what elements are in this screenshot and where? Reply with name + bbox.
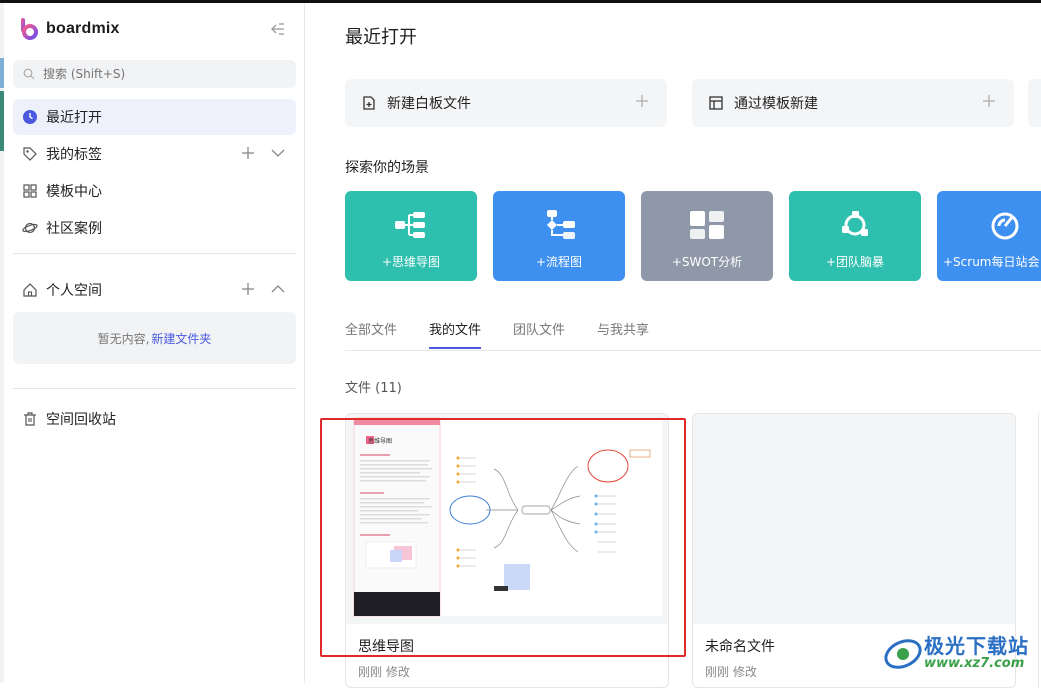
collapse-sidebar-icon[interactable]: [270, 21, 286, 37]
sidebar-item-tags[interactable]: 我的标签: [13, 136, 296, 172]
main-content: 最近打开 新建白板文件 通过模板新建 探索你的场景 +思维导图 +流程图 +SW…: [305, 3, 1041, 688]
scene-label: +SWOT分析: [671, 255, 743, 269]
sidebar-item-label: 模板中心: [46, 184, 102, 200]
scene-label: +团队脑暴: [825, 255, 885, 269]
action-label: 通过模板新建: [734, 96, 818, 112]
action-label: 新建白板文件: [387, 96, 471, 112]
chevron-up-icon[interactable]: [270, 281, 286, 297]
tab-my-files[interactable]: 我的文件: [429, 319, 482, 351]
search-input[interactable]: [43, 67, 263, 81]
template-icon: [709, 96, 723, 110]
clock-icon: [22, 109, 38, 125]
file-name: 未命名文件: [705, 639, 775, 655]
home-icon: [22, 282, 38, 298]
thumbnail-title: 思维导图: [368, 438, 393, 445]
tab-all-files[interactable]: 全部文件: [345, 319, 397, 351]
sidebar-divider: [13, 388, 296, 389]
file-thumbnail: [693, 414, 1015, 624]
sidebar-item-templates[interactable]: 模板中心: [13, 173, 296, 209]
scene-label: +思维导图: [381, 255, 441, 269]
watermark-logo-icon: [884, 639, 922, 669]
new-folder-link[interactable]: 新建文件夹: [151, 330, 211, 347]
personal-space-empty: 暂无内容, 新建文件夹: [13, 312, 296, 364]
sidebar-item-label: 社区案例: [46, 221, 102, 237]
page-title: 最近打开: [345, 27, 417, 48]
flowchart-icon: [547, 210, 575, 239]
file-name: 思维导图: [358, 639, 414, 655]
file-modified: 刚刚 修改: [705, 665, 757, 679]
add-tag-icon[interactable]: [240, 145, 256, 161]
scene-flowchart[interactable]: +流程图: [493, 191, 625, 281]
scene-swot[interactable]: +SWOT分析: [641, 191, 773, 281]
files-count: 文件 (11): [345, 381, 402, 396]
action-card-partial[interactable]: [1028, 79, 1041, 127]
file-tabs: 全部文件 我的文件 团队文件 与我共享: [345, 319, 681, 351]
scene-label: +Scrum每日站会: [943, 255, 1040, 269]
tab-shared-with-me[interactable]: 与我共享: [597, 319, 649, 351]
swot-icon: [690, 211, 724, 239]
sidebar-item-label: 个人空间: [46, 283, 102, 299]
site-watermark: 极光下载站 www.xz7.com: [880, 628, 1040, 680]
sidebar-item-personal-space[interactable]: 个人空间: [13, 272, 296, 308]
sidebar: boardmix 最近打开 我的标签 模板中心: [4, 3, 305, 683]
new-from-template-button[interactable]: 通过模板新建: [692, 79, 1014, 127]
empty-text: 暂无内容,: [97, 331, 150, 346]
trash-icon: [22, 411, 38, 427]
boardmix-logo-icon: [21, 18, 38, 40]
scene-scrum[interactable]: +Scrum每日站会: [937, 191, 1041, 281]
sidebar-item-label: 我的标签: [46, 147, 102, 163]
new-whiteboard-button[interactable]: 新建白板文件: [345, 79, 667, 127]
search-icon: [23, 68, 35, 80]
sidebar-item-label: 最近打开: [46, 110, 102, 126]
chevron-down-icon[interactable]: [270, 145, 286, 161]
watermark-url: www.xz7.com: [924, 656, 1025, 671]
tabs-divider: [345, 350, 1041, 351]
file-modified: 刚刚 修改: [358, 665, 410, 679]
file-thumbnail: 思维导图: [346, 414, 668, 624]
sidebar-divider: [13, 253, 296, 254]
mindmap-thumbnail-preview: [353, 417, 662, 617]
tab-team-files[interactable]: 团队文件: [513, 319, 565, 351]
grid-icon: [22, 183, 38, 199]
watermark-title: 极光下载站: [924, 634, 1029, 658]
plus-icon: [983, 95, 995, 107]
file-card[interactable]: 思维导图 思维导图 刚刚 修改: [345, 413, 669, 688]
sidebar-item-recent[interactable]: 最近打开: [13, 99, 296, 135]
add-folder-icon[interactable]: [240, 281, 256, 297]
scenes-title: 探索你的场景: [345, 160, 429, 176]
search-bar[interactable]: [13, 60, 296, 88]
new-file-icon: [363, 96, 375, 110]
scene-brainstorm[interactable]: +团队脑暴: [789, 191, 921, 281]
app-logo[interactable]: boardmix: [20, 17, 120, 41]
mindmap-icon: [395, 212, 425, 238]
sidebar-item-label: 空间回收站: [46, 412, 116, 428]
scene-mindmap[interactable]: +思维导图: [345, 191, 477, 281]
tag-icon: [22, 146, 38, 162]
sidebar-item-trash[interactable]: 空间回收站: [13, 401, 296, 437]
app-name: boardmix: [46, 20, 120, 37]
brainstorm-icon: [842, 211, 868, 236]
scene-label: +流程图: [535, 255, 583, 269]
sidebar-item-community[interactable]: 社区案例: [13, 210, 296, 246]
scrum-icon: [991, 212, 1019, 240]
plus-icon: [636, 95, 648, 107]
planet-icon: [22, 220, 38, 236]
